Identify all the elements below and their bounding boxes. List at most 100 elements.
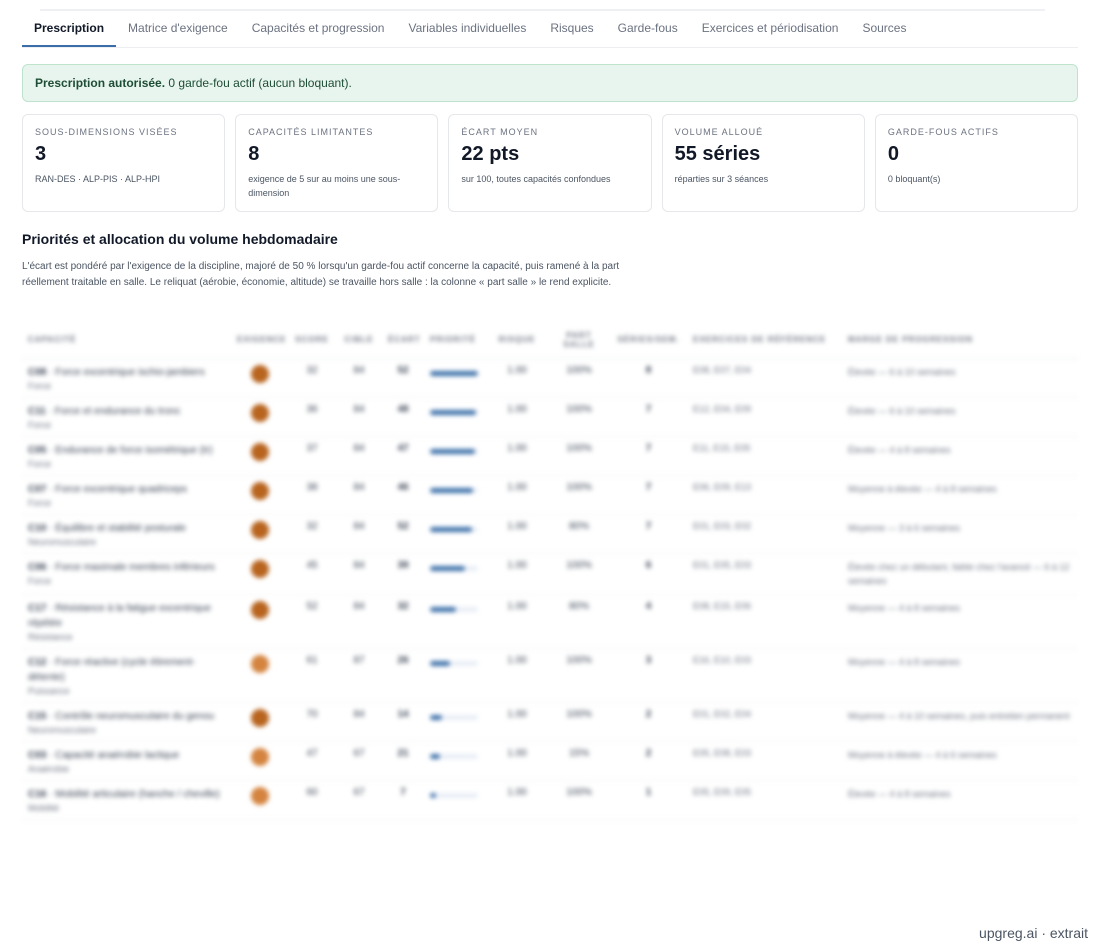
table-row[interactable]: C08 · Force excentrique ischio-jambiers F… bbox=[22, 358, 1078, 398]
capacity-name: Résistance à la fatigue excentrique répé… bbox=[28, 602, 211, 629]
table-row[interactable]: C16 · Mobilité articulaire (hanche / che… bbox=[22, 780, 1078, 820]
score-cell: 38 bbox=[288, 475, 336, 515]
target-cell: 84 bbox=[336, 475, 382, 515]
exigence-dot bbox=[250, 747, 269, 766]
card-label: Garde-fous actifs bbox=[887, 127, 999, 137]
priority-bar bbox=[430, 370, 478, 376]
priority-bar bbox=[430, 565, 478, 571]
capacity-name-line: C05 · Endurance de force isométrique (tr… bbox=[28, 443, 225, 458]
table-row[interactable]: C15 · Contrôle neuromusculaire du genou N… bbox=[22, 702, 1078, 742]
priority-cell bbox=[424, 436, 486, 476]
target-cell: 84 bbox=[336, 553, 382, 595]
summary-card: Volume alloué 55 séries réparties sur 3 sé… bbox=[661, 114, 865, 212]
tab-7[interactable]: Sources bbox=[850, 12, 918, 47]
alert-strong-text: Prescription autorisée. bbox=[35, 76, 166, 90]
reference-exercises-cell: E01, E03, E02 bbox=[687, 514, 842, 554]
capacity-cell: C08 · Force excentrique ischio-jambiers F… bbox=[22, 358, 231, 398]
table-row[interactable]: C07 · Force excentrique quadriceps Force 3… bbox=[22, 475, 1078, 515]
table-header-row: Capacité Exigence Score Cible Écart Priorité R… bbox=[22, 322, 1078, 359]
capacity-cell: C10 · Équilibre et stabilité posturale Ne… bbox=[22, 514, 231, 554]
priority-bar bbox=[430, 753, 478, 759]
capacity-separator: · bbox=[46, 444, 56, 456]
progression-margin-cell: Moyenne à élevée — 4 à 6 semaines bbox=[842, 741, 1078, 781]
tab-1[interactable]: Matrice d'exigence bbox=[116, 12, 240, 47]
summary-card: Sous-dimensions visées 3 RAN-DES · ALP-PIS… bbox=[22, 114, 226, 212]
capacity-category: Force bbox=[28, 458, 52, 469]
gap-cell: 52 bbox=[382, 358, 424, 398]
weekly-sets-cell: 7 bbox=[610, 397, 687, 437]
exigence-cell bbox=[231, 702, 288, 742]
tab-0[interactable]: Prescription bbox=[22, 12, 117, 47]
tab-bar: Prescription Matrice d'exigence Capacités … bbox=[22, 12, 1078, 48]
weekly-sets-cell: 4 bbox=[610, 594, 687, 649]
capacity-category: Force bbox=[28, 497, 52, 508]
tab-4[interactable]: Risques bbox=[538, 12, 605, 47]
priority-bar bbox=[430, 526, 478, 532]
capacity-category: Neuromusculaire bbox=[28, 724, 97, 735]
card-value: 22 pts bbox=[461, 143, 520, 165]
score-cell: 36 bbox=[288, 397, 336, 437]
exigence-dot bbox=[250, 364, 269, 383]
priority-bar-fill bbox=[430, 526, 473, 532]
table-row[interactable]: C12 · Force réactive (cycle étirement-dé… bbox=[22, 648, 1078, 703]
gap-cell: 14 bbox=[382, 702, 424, 742]
capacity-code: C12 bbox=[28, 656, 47, 668]
reference-exercises-cell: E01, E05, E03 bbox=[687, 553, 842, 595]
progression-margin-cell: Élevée chez un débutant, faible chez l'a… bbox=[842, 553, 1078, 595]
gym-share-cell: 80% bbox=[548, 514, 610, 554]
table-row[interactable]: C06 · Force maximale membres inférieurs F… bbox=[22, 553, 1078, 595]
risk-cell: 1.00 bbox=[486, 514, 548, 554]
top-divider bbox=[40, 9, 1045, 11]
capacity-name: Contrôle neuromusculaire du genou bbox=[55, 710, 215, 722]
capacity-name-line: C06 · Force maximale membres inférieurs bbox=[28, 560, 225, 575]
capacity-name-line: C17 · Résistance à la fatigue excentriqu… bbox=[28, 601, 225, 631]
capacity-name-line: C03 · Capacité anaérobie lactique bbox=[28, 748, 225, 763]
gap-cell: 46 bbox=[382, 475, 424, 515]
tab-5[interactable]: Garde-fous bbox=[606, 12, 690, 47]
capacity-separator: · bbox=[46, 602, 56, 614]
table-row[interactable]: C10 · Équilibre et stabilité posturale Ne… bbox=[22, 514, 1078, 554]
capacity-cell: C12 · Force réactive (cycle étirement-dé… bbox=[22, 648, 231, 703]
priority-bar-fill bbox=[430, 565, 465, 571]
tab-3[interactable]: Variables individuelles bbox=[396, 12, 538, 47]
tab-6[interactable]: Exercices et périodisation bbox=[690, 12, 851, 47]
capacity-separator: · bbox=[46, 656, 56, 668]
gym-share-cell: 15% bbox=[548, 741, 610, 781]
exigence-dot bbox=[250, 708, 269, 727]
exigence-cell bbox=[231, 594, 288, 649]
gym-share-cell: 80% bbox=[548, 594, 610, 649]
capacity-name: Mobilité articulaire (hanche / cheville) bbox=[55, 788, 220, 800]
column-header: Score bbox=[288, 322, 336, 359]
gym-share-cell: 100% bbox=[548, 702, 610, 742]
priority-cell bbox=[424, 358, 486, 398]
exigence-dot bbox=[250, 520, 269, 539]
priority-bar-fill bbox=[430, 753, 440, 759]
score-cell: 32 bbox=[288, 358, 336, 398]
priority-cell bbox=[424, 702, 486, 742]
gym-share-cell: 100% bbox=[548, 475, 610, 515]
exigence-dot bbox=[250, 786, 269, 805]
capacity-category: Anaérobie bbox=[28, 763, 70, 774]
table-row[interactable]: C17 · Résistance à la fatigue excentriqu… bbox=[22, 594, 1078, 649]
capacity-separator: · bbox=[46, 522, 56, 534]
capacity-category: Force bbox=[28, 419, 52, 430]
weekly-sets-cell: 7 bbox=[610, 475, 687, 515]
capacity-cell: C05 · Endurance de force isométrique (tr… bbox=[22, 436, 231, 476]
target-cell: 87 bbox=[336, 648, 382, 703]
capacity-code: C16 bbox=[28, 788, 47, 800]
risk-cell: 1.00 bbox=[486, 741, 548, 781]
section-description: L'écart est pondéré par l'exigence de la… bbox=[22, 261, 620, 288]
column-header: Part salle bbox=[548, 322, 610, 359]
reference-exercises-cell: E05, E08, E03 bbox=[687, 741, 842, 781]
capacity-category: Mobilité bbox=[28, 802, 60, 813]
gap-cell: 21 bbox=[382, 741, 424, 781]
table-row[interactable]: C11 · Force et endurance du tronc Force 36… bbox=[22, 397, 1078, 437]
risk-cell: 1.00 bbox=[486, 475, 548, 515]
gym-share-cell: 100% bbox=[548, 648, 610, 703]
card-value: 55 séries bbox=[674, 143, 761, 165]
progression-margin-cell: Élevée — 6 à 10 semaines bbox=[842, 397, 1078, 437]
tab-2[interactable]: Capacités et progression bbox=[240, 12, 397, 47]
table-row[interactable]: C03 · Capacité anaérobie lactique Anaérob… bbox=[22, 741, 1078, 781]
reference-exercises-cell: E01, E02, E04 bbox=[687, 702, 842, 742]
table-row[interactable]: C05 · Endurance de force isométrique (tr… bbox=[22, 436, 1078, 476]
